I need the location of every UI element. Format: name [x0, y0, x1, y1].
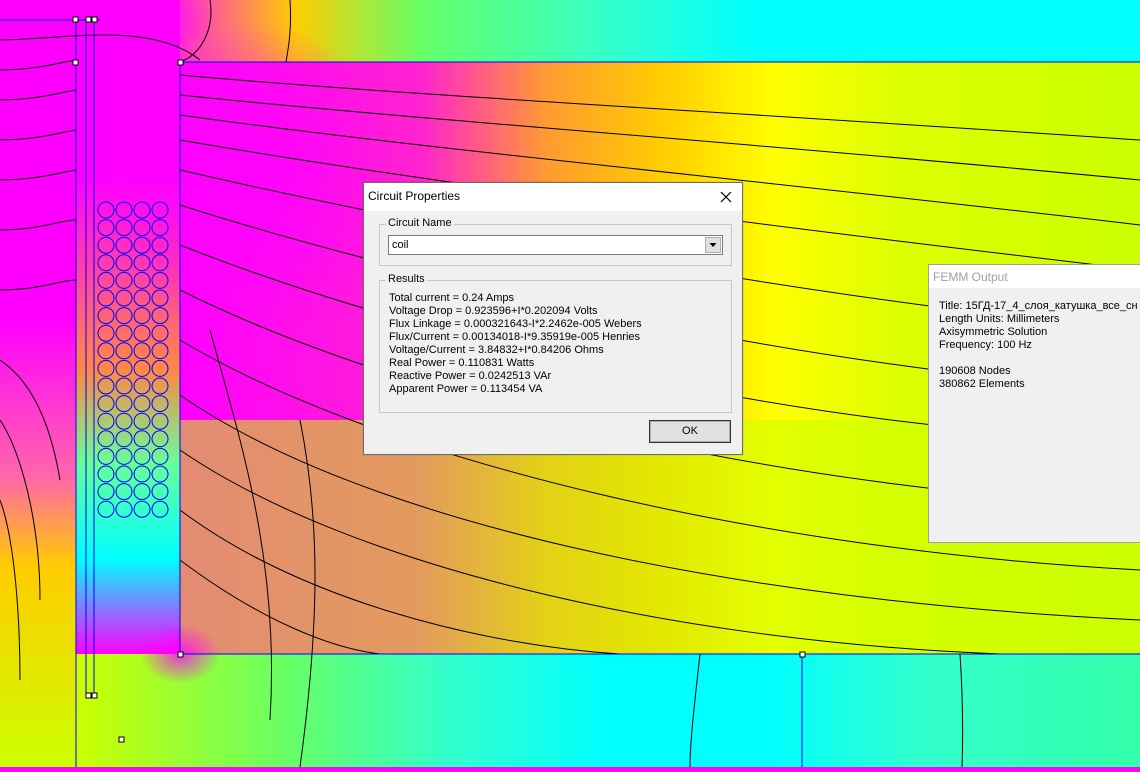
result-voltage-drop: Voltage Drop = 0.923596+I*0.202094 Volts [389, 305, 598, 317]
results-list: Total current = 0.24 Amps Voltage Drop =… [389, 292, 642, 396]
circuit-name-select[interactable]: coil [388, 235, 723, 255]
results-group: Results Total current = 0.24 Amps Voltag… [379, 273, 732, 413]
result-total-current: Total current = 0.24 Amps [389, 292, 515, 304]
result-real-power: Real Power = 0.110831 Watts [389, 357, 535, 369]
dialog-title-bar[interactable]: Circuit Properties [364, 183, 742, 211]
femm-line-nodes: 190608 Nodes [939, 365, 1011, 377]
circuit-name-group: Circuit Name coil [379, 217, 732, 266]
circuit-properties-dialog: Circuit Properties Circuit Name coil Res… [363, 182, 743, 455]
close-icon [720, 191, 732, 203]
dropdown-button[interactable] [705, 237, 721, 253]
result-flux-linkage: Flux Linkage = 0.000321643-I*2.2462e-005… [389, 318, 642, 330]
femm-line-elements: 380862 Elements [939, 378, 1025, 390]
femm-line-title: Title: 15ГД-17_4_слоя_катушка_все_сн [939, 300, 1138, 312]
chevron-down-icon [709, 243, 717, 247]
femm-output-title: FEMM Output [933, 270, 1008, 284]
femm-line-blank [939, 352, 1138, 365]
close-button[interactable] [714, 185, 738, 209]
femm-line-solution: Axisymmetric Solution [939, 326, 1048, 338]
result-voltage-current: Voltage/Current = 3.84832+I*0.84206 Ohms [389, 344, 604, 356]
femm-line-frequency: Frequency: 100 Hz [939, 339, 1032, 351]
femm-line-length-units: Length Units: Millimeters [939, 313, 1060, 325]
femm-output-body: Title: 15ГД-17_4_слоя_катушка_все_сн Len… [939, 300, 1138, 391]
result-reactive-power: Reactive Power = 0.0242513 VAr [389, 370, 552, 382]
results-label: Results [386, 273, 427, 285]
result-flux-current: Flux/Current = 0.00134018-I*9.35919e-005… [389, 331, 641, 343]
circuit-name-value: coil [392, 239, 409, 251]
ok-button[interactable]: OK [649, 420, 731, 443]
dialog-title: Circuit Properties [368, 189, 461, 203]
femm-output-title-bar[interactable]: FEMM Output [929, 265, 1140, 288]
result-apparent-power: Apparent Power = 0.113454 VA [389, 383, 543, 395]
circuit-name-label: Circuit Name [386, 217, 454, 229]
femm-output-window: FEMM Output Title: 15ГД-17_4_слоя_катушк… [928, 264, 1140, 543]
